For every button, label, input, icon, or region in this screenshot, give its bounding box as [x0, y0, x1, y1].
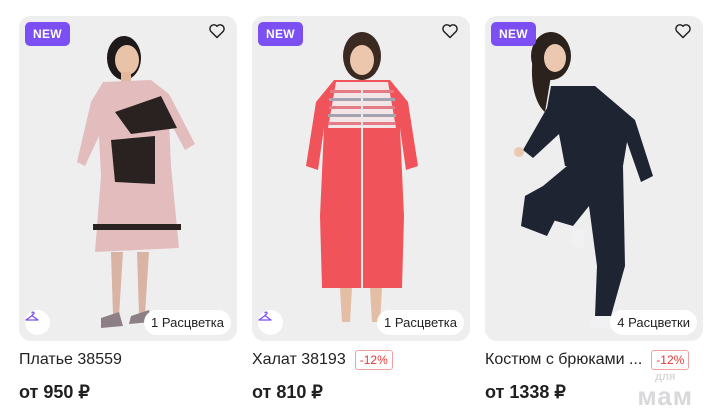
color-count-label[interactable]: 4 Расцветки: [610, 310, 697, 335]
title-row: Халат 38193 -12%: [252, 349, 470, 371]
hanger-icon[interactable]: [25, 310, 50, 335]
title-row: Платье 38559: [19, 349, 237, 371]
product-card[interactable]: NEW 1 Расцветка Платье 38559 от 950 ₽: [19, 16, 237, 416]
heart-icon[interactable]: [441, 23, 463, 45]
product-title[interactable]: Платье 38559: [19, 351, 122, 369]
product-price: от 1338 ₽: [485, 382, 566, 402]
new-badge: NEW: [25, 22, 70, 46]
product-title[interactable]: Халат 38193: [252, 351, 346, 369]
product-title[interactable]: Костюм с брюками ...: [485, 351, 642, 369]
product-card[interactable]: NEW 4 Расцветки Костюм с брюками ... -12…: [485, 16, 703, 416]
heart-icon[interactable]: [208, 23, 230, 45]
new-badge: NEW: [258, 22, 303, 46]
product-photo[interactable]: NEW 1 Расцветка: [19, 16, 237, 341]
product-price: от 810 ₽: [252, 382, 323, 402]
new-badge: NEW: [491, 22, 536, 46]
title-row: Костюм с брюками ... -12%: [485, 349, 703, 371]
color-count-label[interactable]: 1 Расцветка: [144, 310, 231, 335]
robe-model-image: [306, 32, 418, 322]
tracksuit-model-image: [514, 32, 653, 328]
product-card[interactable]: NEW 1 Расцветка Халат 38193 -12% от 810 …: [252, 16, 470, 416]
discount-badge: -12%: [651, 350, 690, 370]
product-photo[interactable]: NEW 4 Расцветки: [485, 16, 703, 341]
heart-icon[interactable]: [674, 23, 696, 45]
watermark-line2: мам: [637, 381, 693, 411]
product-price: от 950 ₽: [19, 382, 90, 402]
dress-model-image: [77, 36, 195, 328]
color-count-label[interactable]: 1 Расцветка: [377, 310, 464, 335]
discount-badge: -12%: [354, 350, 393, 370]
product-photo[interactable]: NEW 1 Расцветка: [252, 16, 470, 341]
hanger-icon[interactable]: [258, 310, 283, 335]
watermark-logo: для мам: [637, 372, 693, 411]
product-grid: NEW 1 Расцветка Платье 38559 от 950 ₽ NE…: [19, 16, 707, 416]
